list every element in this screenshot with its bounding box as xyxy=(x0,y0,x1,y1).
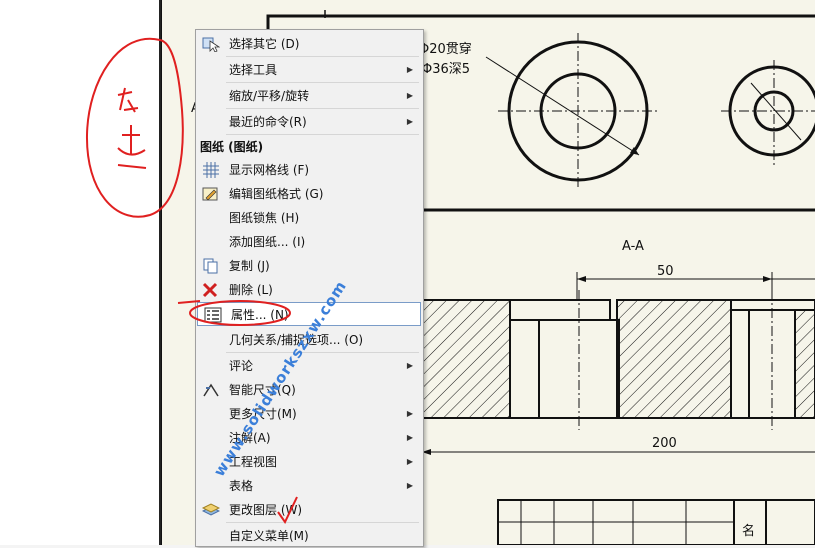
svg-text:200: 200 xyxy=(652,436,677,451)
dimension-50: 50 xyxy=(576,264,815,300)
small-circles xyxy=(721,60,815,165)
menu-item-copy[interactable]: 复制 (J) xyxy=(196,254,423,278)
menu-item-select-tools[interactable]: 选择工具 ▶ xyxy=(196,58,423,82)
section-label: A-A xyxy=(622,239,644,254)
menu-item-edit-sheet-format[interactable]: 编辑图纸格式 (G) xyxy=(196,182,423,206)
menu-item-tables[interactable]: 表格 ▶ xyxy=(196,474,423,498)
submenu-arrow-icon: ▶ xyxy=(406,117,413,126)
select-other-icon xyxy=(202,36,221,53)
note-through: Φ20贯穿 xyxy=(419,41,472,57)
menu-item-add-sheet[interactable]: 添加图纸... (I) xyxy=(196,230,423,254)
menu-item-change-layer[interactable]: 更改图层 (W) xyxy=(196,498,423,522)
menu-item-delete[interactable]: 删除 (L) xyxy=(196,278,423,302)
change-layer-icon xyxy=(201,502,221,518)
edit-sheet-format-icon xyxy=(202,186,220,202)
menu-item-customize-menu[interactable]: 自定义菜单(M) xyxy=(196,524,423,548)
counterbore-circles xyxy=(485,33,658,190)
menu-item-recent-commands[interactable]: 最近的命令(R) ▶ xyxy=(196,110,423,134)
smart-dimension-icon xyxy=(202,382,220,398)
note-depth: Φ36深5 xyxy=(422,62,470,77)
submenu-arrow-icon: ▶ xyxy=(406,481,413,490)
svg-text:50: 50 xyxy=(657,264,674,279)
delete-icon xyxy=(202,282,220,298)
title-block: 名 xyxy=(497,499,815,545)
menu-item-smart-dimension[interactable]: 智能尺寸(Q) xyxy=(196,378,423,402)
menu-item-select-other[interactable]: 选择其它 (D) xyxy=(196,32,423,56)
menu-item-zoom-pan-rotate[interactable]: 缩放/平移/旋转 ▶ xyxy=(196,84,423,108)
submenu-arrow-icon: ▶ xyxy=(406,91,413,100)
left-panel xyxy=(0,0,160,545)
copy-icon xyxy=(202,258,220,274)
submenu-arrow-icon: ▶ xyxy=(406,409,413,418)
submenu-arrow-icon: ▶ xyxy=(406,65,413,74)
menu-item-show-grid[interactable]: 显示网格线 (F) xyxy=(196,158,423,182)
menu-item-comments[interactable]: 评论 ▶ xyxy=(196,354,423,378)
menu-section-header: 图纸 (图纸) xyxy=(200,140,264,154)
grid-icon xyxy=(202,162,220,178)
menu-item-more-dimensions[interactable]: 更多尺寸(M) ▶ xyxy=(196,402,423,426)
svg-text:名: 名 xyxy=(742,523,755,539)
dimension-200: 200 xyxy=(421,425,815,460)
submenu-arrow-icon: ▶ xyxy=(406,433,413,442)
menu-item-lock-sheet-focus[interactable]: 图纸锁焦 (H) xyxy=(196,206,423,230)
section-body xyxy=(421,290,815,430)
properties-icon xyxy=(204,307,222,323)
submenu-arrow-icon: ▶ xyxy=(406,457,413,466)
submenu-arrow-icon: ▶ xyxy=(406,361,413,370)
